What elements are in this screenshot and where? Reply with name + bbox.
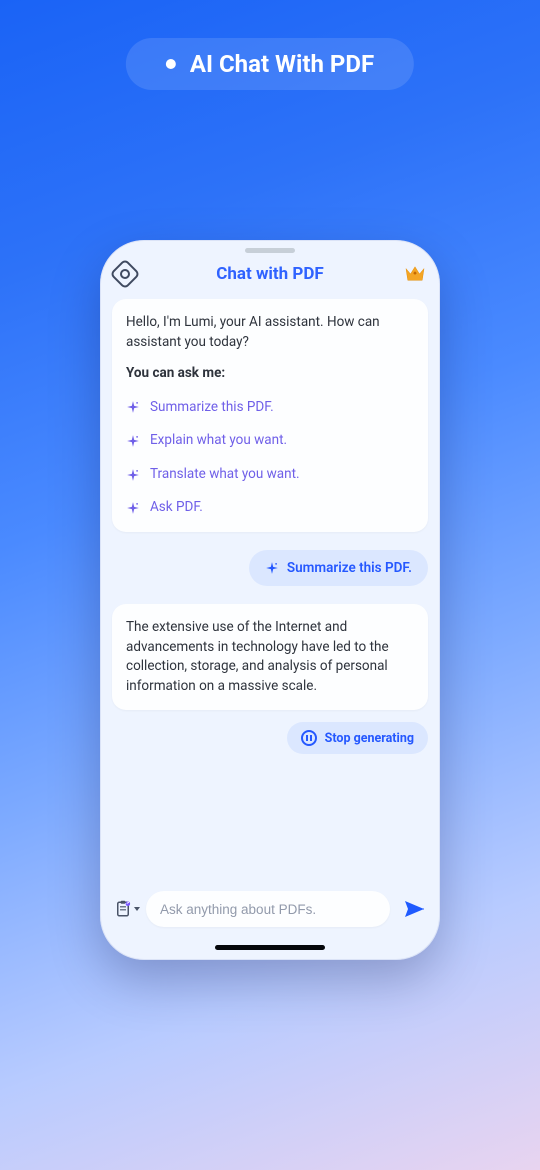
sparkle-icon (126, 468, 140, 482)
welcome-greeting: Hello, I'm Lumi, your AI assistant. How … (126, 313, 414, 352)
message-input[interactable] (160, 902, 376, 917)
page-title: Chat with PDF (216, 264, 324, 284)
crown-icon[interactable] (404, 265, 426, 283)
header-pill: AI Chat With PDF (126, 38, 414, 90)
clipboard-menu-button[interactable] (114, 895, 138, 923)
suggestion-explain[interactable]: Explain what you want. (126, 431, 414, 451)
suggestion-ask-pdf[interactable]: Ask PDF. (126, 498, 414, 518)
assistant-response-text: The extensive use of the Internet and ad… (126, 619, 389, 694)
chat-body: Hello, I'm Lumi, your AI assistant. How … (100, 293, 440, 891)
suggestion-list: Summarize this PDF. Explain what you wan… (126, 398, 414, 518)
welcome-prompt-heading: You can ask me: (126, 364, 414, 384)
sparkle-icon (265, 561, 279, 575)
stop-generating-label: Stop generating (325, 731, 414, 746)
welcome-bubble: Hello, I'm Lumi, your AI assistant. How … (112, 299, 428, 532)
user-message-row: Summarize this PDF. (112, 550, 428, 586)
app-header: Chat with PDF (100, 255, 440, 293)
send-icon (402, 897, 426, 921)
sparkle-icon (126, 400, 140, 414)
sparkle-icon (126, 501, 140, 515)
chevron-down-icon (134, 907, 140, 911)
suggestion-summarize[interactable]: Summarize this PDF. (126, 398, 414, 418)
header-dot-icon (166, 59, 176, 69)
speaker-notch (245, 248, 295, 253)
clipboard-icon (114, 898, 132, 920)
suggestion-translate[interactable]: Translate what you want. (126, 465, 414, 485)
home-indicator[interactable] (215, 945, 325, 950)
suggestion-label: Summarize this PDF. (150, 398, 274, 418)
suggestion-label: Ask PDF. (150, 498, 203, 518)
suggestion-label: Translate what you want. (150, 465, 300, 485)
header-pill-label: AI Chat With PDF (190, 50, 374, 78)
user-message-chip[interactable]: Summarize this PDF. (249, 550, 428, 586)
stop-row: Stop generating (112, 722, 428, 754)
stop-generating-button[interactable]: Stop generating (287, 722, 428, 754)
user-message-text: Summarize this PDF. (287, 560, 412, 576)
pause-icon (301, 730, 317, 746)
settings-icon[interactable] (109, 258, 140, 289)
input-bar (114, 891, 426, 927)
assistant-response-bubble: The extensive use of the Internet and ad… (112, 604, 428, 710)
message-input-wrapper[interactable] (146, 891, 390, 927)
sparkle-icon (126, 434, 140, 448)
suggestion-label: Explain what you want. (150, 431, 287, 451)
send-button[interactable] (402, 897, 426, 921)
phone-frame: Chat with PDF Hello, I'm Lumi, your AI a… (100, 240, 440, 960)
